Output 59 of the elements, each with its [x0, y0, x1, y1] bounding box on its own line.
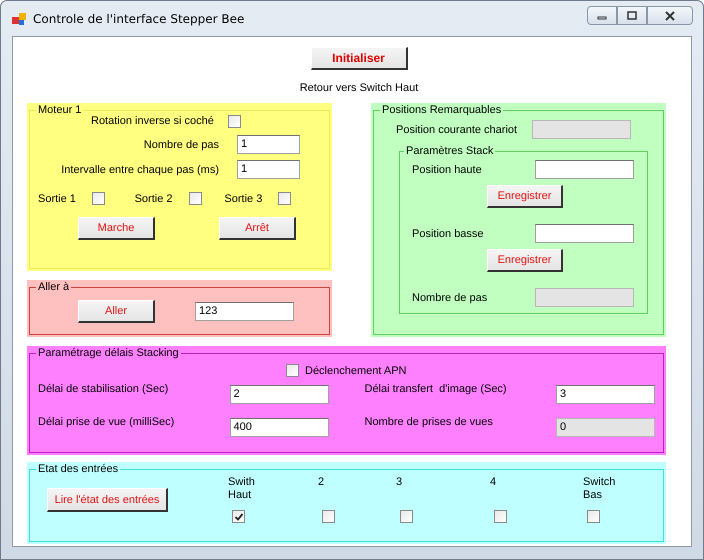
input-label: 4: [490, 476, 498, 490]
checkbox-label: Sortie 1: [38, 192, 76, 204]
checkbox[interactable]: [92, 192, 105, 205]
checkbox[interactable]: [286, 364, 299, 377]
checkbox-label: Sortie 3: [224, 192, 262, 204]
close-icon: [664, 10, 676, 20]
field-label: Délai de stabilisation (Sec): [38, 383, 168, 395]
group-title: Positions Remarquables: [381, 104, 502, 117]
group-title: Paramètres Stack: [405, 145, 494, 158]
field-label: Position basse: [412, 228, 484, 240]
minimize-button[interactable]: [587, 6, 617, 25]
text-field[interactable]: [535, 160, 634, 179]
initialize-button[interactable]: Initialiser: [310, 47, 408, 70]
field-label: Nombre de pas: [144, 138, 219, 150]
checkbox[interactable]: [228, 114, 241, 128]
text-field[interactable]: 400: [230, 418, 328, 437]
go-button[interactable]: Aller: [78, 300, 155, 323]
restore-icon: [627, 10, 637, 20]
field-label: Position courante chariot: [396, 124, 518, 136]
text-field[interactable]: 2: [230, 385, 328, 404]
field-label: Délai prise de vue (milliSec): [38, 416, 174, 428]
group-title: Aller à: [37, 281, 70, 294]
text-field[interactable]: 1: [237, 160, 300, 179]
field-label: Nombre de pas: [412, 292, 488, 304]
group-title: Paramétrage délais Stacking: [37, 347, 180, 360]
window-title: Controle de l'interface Stepper Bee: [33, 11, 244, 27]
checkbox[interactable]: [587, 510, 600, 523]
text-field[interactable]: 3: [556, 385, 655, 404]
checkbox[interactable]: [188, 192, 202, 205]
checkbox[interactable]: [494, 510, 507, 523]
text-field[interactable]: [535, 224, 634, 243]
close-button[interactable]: [647, 6, 693, 25]
input-label: Switch Bas: [583, 476, 616, 502]
checkbox[interactable]: [278, 192, 292, 205]
read-inputs-button[interactable]: Lire l'état des entrées: [47, 488, 168, 512]
group-title: Moteur 1: [37, 104, 82, 117]
field-label: Nombre de prises de vues: [364, 416, 493, 428]
save-button[interactable]: Enregistrer: [487, 185, 563, 208]
maximize-button[interactable]: [617, 6, 647, 25]
checkbox-label: Déclenchement APN: [305, 364, 406, 376]
status-text: Retour vers Switch Haut: [300, 82, 418, 94]
app-icon: [11, 11, 27, 27]
checkbox[interactable]: [322, 510, 335, 523]
text-field[interactable]: 1: [237, 135, 300, 154]
checkbox-label: Sortie 2: [134, 192, 173, 204]
action-button[interactable]: Arrêt: [219, 217, 296, 240]
save-button[interactable]: Enregistrer: [487, 249, 563, 272]
field-label: Position haute: [412, 164, 482, 176]
action-button[interactable]: Marche: [78, 217, 155, 240]
group-title: Etat des entrées: [37, 463, 120, 476]
checkbox[interactable]: [232, 510, 245, 523]
checkbox-label: Rotation inverse si coché: [91, 115, 214, 127]
text-field[interactable]: 123: [195, 302, 294, 321]
field-label: Délai transfert d'image (Sec): [364, 383, 507, 395]
checkbox[interactable]: [400, 510, 413, 523]
input-label: Swith Haut: [228, 476, 256, 502]
field-label: Intervalle entre chaque pas (ms): [61, 164, 219, 176]
input-label: 2: [318, 476, 326, 490]
input-label: 3: [396, 476, 404, 490]
